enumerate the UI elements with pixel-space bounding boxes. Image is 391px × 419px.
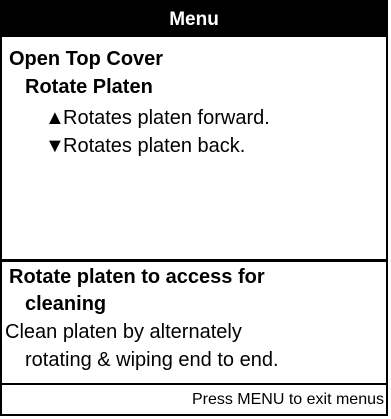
footer-bar: Press MENU to exit menus <box>2 385 386 414</box>
rotate-forward-option[interactable]: ▲Rotates platen forward. <box>45 106 270 130</box>
exit-hint: Press MENU to exit menus <box>191 390 384 408</box>
info-body-line1: Clean platen by alternately <box>5 321 242 343</box>
info-body-line2: rotating & wiping end to end. <box>25 349 279 371</box>
rotate-forward-label: Rotates platen forward. <box>63 107 270 129</box>
menu-screen: Menu Open Top Cover Rotate Platen ▲Rotat… <box>0 0 388 416</box>
info-heading-line1: Rotate platen to access for <box>9 266 265 288</box>
menu-panel: Open Top Cover Rotate Platen ▲Rotates pl… <box>2 37 386 262</box>
menu-title: Menu <box>169 8 219 30</box>
rotate-back-label: Rotates platen back. <box>63 135 246 157</box>
rotate-back-option[interactable]: ▼Rotates platen back. <box>45 134 245 158</box>
menu-heading: Open Top Cover <box>9 48 164 70</box>
info-panel: Rotate platen to access for cleaning Cle… <box>2 262 386 385</box>
title-bar: Menu <box>2 2 386 37</box>
down-triangle-icon: ▼ <box>45 135 65 157</box>
info-heading-line2: cleaning <box>25 293 107 315</box>
up-triangle-icon: ▲ <box>45 107 65 129</box>
menu-subheading[interactable]: Rotate Platen <box>25 75 153 99</box>
